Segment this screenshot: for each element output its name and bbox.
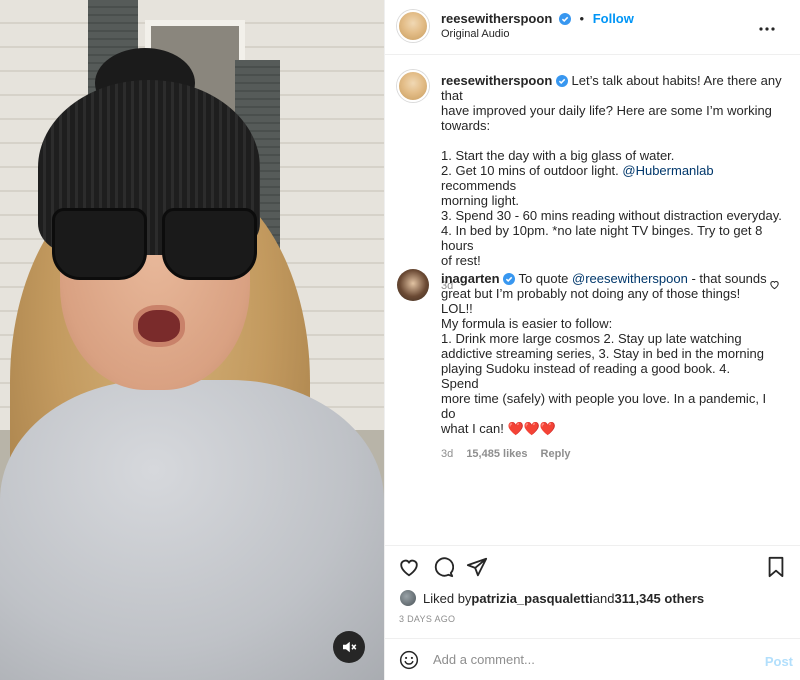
action-bar [385,545,800,587]
caption-text: have improved your daily life? Here are … [441,103,772,118]
more-horizontal-icon [759,27,775,31]
comment-like-button[interactable] [769,278,780,293]
person-sweater [0,380,384,680]
post-details-panel: reesewitherspoon • Follow Original Audio [384,0,800,680]
comment-text: To quote [518,271,573,286]
emoji-smiley-icon [399,650,419,669]
header-separator: • [579,11,585,26]
sunglasses-lens-left [52,208,147,280]
share-button[interactable] [466,556,488,581]
commenter-avatar[interactable] [397,269,429,301]
heart-outline-icon [770,281,779,290]
caption-list-item: of rest! [441,253,481,268]
liker-avatar[interactable] [399,589,417,607]
comment: inagarten To quote @reesewitherspoon - t… [441,271,771,462]
commenter-username[interactable]: inagarten [441,271,500,286]
post-comment-button[interactable]: Post [765,654,793,669]
author-avatar[interactable] [397,10,429,42]
likes-middle: and [592,590,615,606]
paper-plane-icon [466,557,488,577]
bookmark-icon [768,556,784,578]
post-media[interactable] [0,0,384,680]
sunglasses-lens-right [162,208,257,280]
comment-text: addictive streaming series, 3. Stay in b… [441,346,765,361]
like-button[interactable] [398,556,420,581]
mention-link[interactable]: @Hubermanlab [622,163,713,178]
comment-text: - that sounds [687,271,767,286]
comment-text: 1. Drink more large cosmos 2. Stay up la… [441,331,742,346]
caption-list-item: 3. Spend 30 - 60 mins reading without di… [441,208,782,223]
verified-badge-icon [503,273,516,285]
caption-username[interactable]: reesewitherspoon [441,73,552,88]
caption-list-item: 2. Get 10 mins of outdoor light. [441,163,623,178]
reply-button[interactable]: Reply [541,448,571,460]
comment-text: playing Sudoku instead of reading a good… [441,361,731,391]
comment-text: great but I’m probably not doing any of … [441,286,741,316]
comment-input[interactable]: Add a comment... [433,652,535,667]
comment-meta: 3d 15,485 likes Reply [441,447,771,462]
caption-list-item: recommends [441,178,517,193]
comment-text: more time (safely) with people you love.… [441,391,767,421]
audio-label[interactable]: Original Audio [441,28,510,40]
follow-button[interactable]: Follow [593,11,634,26]
likes-count[interactable]: 311,345 others [615,591,705,606]
save-button[interactable] [766,556,786,581]
person-mouth [133,305,185,347]
caption-list-item: morning light. [441,193,520,208]
likes-prefix: Liked by [423,590,472,606]
comment-text: what I can! ❤️❤️❤️ [441,421,557,436]
mention-link[interactable]: @reesewitherspoon [572,271,688,286]
speaker-muted-icon [343,641,357,653]
comment-text: My formula is easier to follow: [441,316,613,331]
person-sunglasses [52,208,257,288]
heart-icon [400,559,418,577]
post-caption: reesewitherspoon Let’s talk about habits… [441,73,786,294]
more-options-button[interactable] [758,20,776,35]
caption-text: towards: [441,118,491,133]
caption-list-item: 1. Start the day with a big glass of wat… [441,148,675,163]
post-header: reesewitherspoon • Follow Original Audio [385,0,800,55]
comment-button[interactable] [432,556,455,581]
verified-badge-icon [555,75,568,87]
mute-toggle-button[interactable] [333,631,365,663]
comment-timestamp[interactable]: 3d [441,448,453,460]
emoji-button[interactable] [399,650,419,670]
comment-bar: Add a comment... Post [385,638,800,680]
comment-likes-count[interactable]: 15,485 likes [466,448,527,460]
likes-summary: Liked by patrizia_pasqualetti and 311,34… [399,589,789,607]
caption-author-avatar[interactable] [397,70,429,102]
liker-username[interactable]: patrizia_pasqualetti [471,591,592,606]
comment-bubble-icon [434,557,455,578]
post-viewer: reesewitherspoon • Follow Original Audio [0,0,800,680]
author-username[interactable]: reesewitherspoon [441,11,552,26]
caption-list-item: 4. In bed by 10pm. *no late night TV bin… [441,223,763,253]
post-date[interactable]: 3 DAYS AGO [399,614,455,624]
verified-badge-icon [558,13,571,25]
